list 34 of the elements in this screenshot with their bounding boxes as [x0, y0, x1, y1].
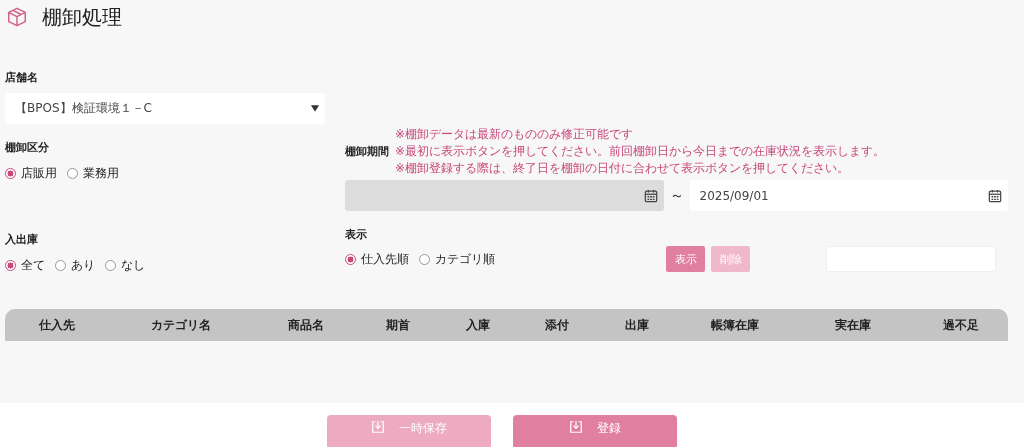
- radio-option[interactable]: 仕入先順: [345, 250, 409, 268]
- field-label: 棚卸期間: [345, 144, 389, 159]
- field-label: 表示: [345, 227, 368, 242]
- field-label: 店舗名: [5, 70, 39, 85]
- calendar-icon[interactable]: [988, 188, 1002, 203]
- box-icon: [6, 6, 28, 28]
- column-header: 商品名: [287, 316, 326, 334]
- field-label: 入出庫: [5, 232, 39, 247]
- radio-option[interactable]: 全て: [5, 257, 45, 274]
- caret-icon: [311, 105, 319, 112]
- column-header: 出庫: [624, 316, 651, 334]
- field-label: 棚卸区分: [5, 140, 50, 155]
- radio-option[interactable]: 店販用: [5, 165, 57, 182]
- radio-option[interactable]: なし: [105, 257, 145, 274]
- store-select[interactable]: 【BPOS】検証環境１－C: [5, 93, 325, 124]
- radio-option[interactable]: あり: [55, 257, 95, 274]
- column-header: 過不足: [942, 316, 981, 334]
- column-header: 仕入先: [37, 316, 76, 334]
- download-icon: [569, 420, 583, 434]
- download-icon: [371, 420, 385, 434]
- column-header: 期首: [384, 316, 411, 334]
- column-header: 入庫: [464, 316, 491, 334]
- column-header: 帳簿在庫: [709, 316, 760, 334]
- radio-option[interactable]: カテゴリ順: [419, 250, 495, 268]
- range-separator: ～: [669, 186, 684, 205]
- note-text: ※最初に表示ボタンを押してください。前回棚卸日から今日までの在庫状況を表示します。: [395, 143, 886, 160]
- note-text: ※棚卸登録する際は、終了日を棚卸の日付に合わせて表示ボタンを押してください。: [395, 160, 851, 177]
- page-title: 棚卸処理: [42, 3, 122, 31]
- column-header: 実在庫: [834, 316, 873, 334]
- radio-option[interactable]: 業務用: [67, 165, 119, 182]
- column-header: カテゴリ名: [150, 316, 213, 334]
- date-field[interactable]: 2025/09/01: [689, 180, 1008, 211]
- column-header: 添付: [544, 316, 571, 334]
- note-text: ※棚卸データは最新のもののみ修正可能です: [395, 126, 635, 143]
